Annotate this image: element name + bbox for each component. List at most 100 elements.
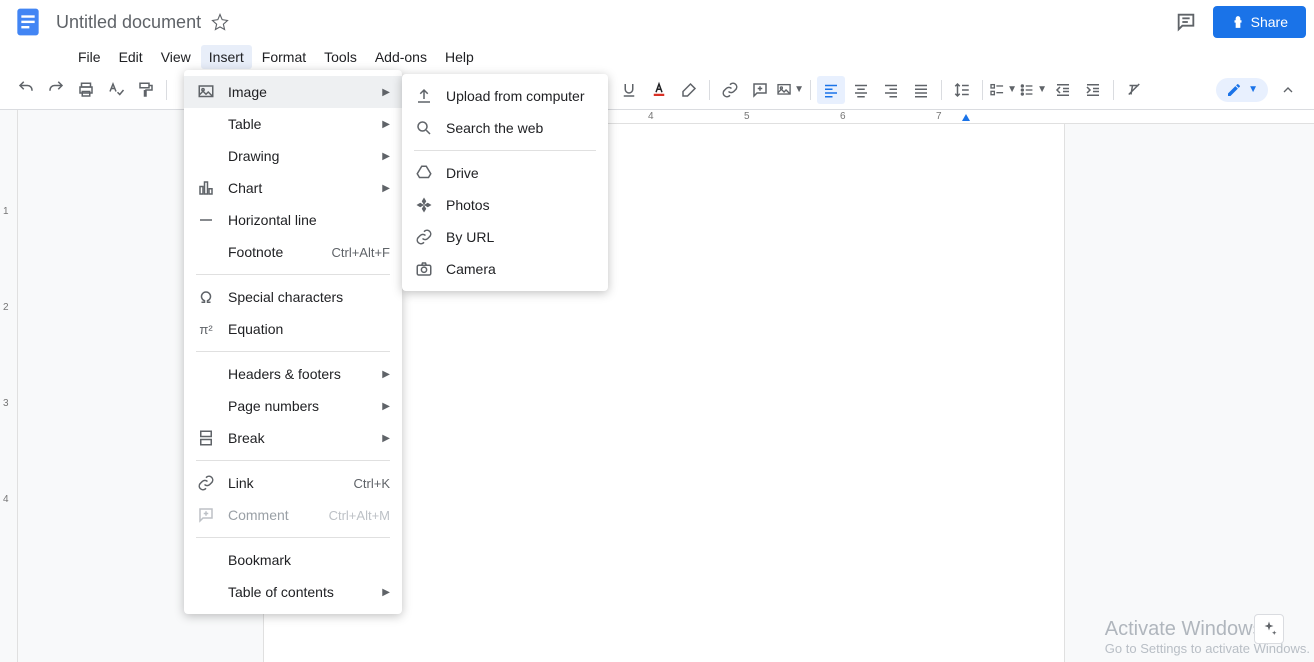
chevron-right-icon: ▶ [382,587,390,598]
menu-item-drawing[interactable]: Drawing ▶ [184,140,402,172]
menu-item-special-chars[interactable]: Special characters [184,281,402,313]
mi-label: Drawing [228,148,382,164]
comment-icon [196,505,216,525]
mi-label: Photos [446,197,596,213]
link-icon[interactable] [716,76,744,104]
hruler-mark: 5 [744,111,750,122]
image-submenu: Upload from computer Search the web Driv… [402,74,608,291]
align-justify-icon[interactable] [907,76,935,104]
chevron-right-icon: ▶ [382,183,390,194]
mi-label: By URL [446,229,596,245]
omega-icon [196,287,216,307]
image-icon [196,82,216,102]
align-center-icon[interactable] [847,76,875,104]
bulleted-list-icon[interactable]: ▼ [1019,76,1047,104]
pi-icon: π² [196,319,216,339]
mi-label: Bookmark [228,552,390,568]
vruler-mark: 4 [3,494,9,505]
mi-label: Headers & footers [228,366,382,382]
submenu-by-url[interactable]: By URL [402,221,608,253]
upload-icon [414,86,434,106]
mi-label: Special characters [228,289,390,305]
vruler-mark: 2 [3,302,9,313]
ruler-right-margin-icon[interactable] [962,114,970,121]
menu-item-footnote[interactable]: Footnote Ctrl+Alt+F [184,236,402,268]
line-spacing-icon[interactable] [948,76,976,104]
checklist-icon[interactable]: ▼ [989,76,1017,104]
underline-icon[interactable] [615,76,643,104]
menu-item-comment[interactable]: Comment Ctrl+Alt+M [184,499,402,531]
chart-icon [196,178,216,198]
submenu-search-web[interactable]: Search the web [402,112,608,144]
collapse-icon[interactable] [1274,76,1302,104]
menu-format[interactable]: Format [254,45,314,69]
hruler-mark: 6 [840,111,846,122]
mi-shortcut: Ctrl+Alt+F [331,245,390,260]
highlight-icon[interactable] [675,76,703,104]
mi-label: Upload from computer [446,88,596,104]
editing-mode-button[interactable]: ▼ [1216,78,1268,102]
align-right-icon[interactable] [877,76,905,104]
mi-label: Link [228,475,354,491]
mi-label: Horizontal line [228,212,390,228]
menu-insert[interactable]: Insert [201,45,252,69]
comments-icon[interactable] [1175,11,1197,33]
clear-format-icon[interactable] [1120,76,1148,104]
submenu-upload[interactable]: Upload from computer [402,80,608,112]
mi-label: Page numbers [228,398,382,414]
menu-addons[interactable]: Add-ons [367,45,435,69]
insert-dropdown: Image ▶ Table ▶ Drawing ▶ Chart ▶ Horizo… [184,70,402,614]
mi-shortcut: Ctrl+K [354,476,390,491]
print-icon[interactable] [72,76,100,104]
menu-item-link[interactable]: Link Ctrl+K [184,467,402,499]
link-icon [414,227,434,247]
align-left-icon[interactable] [817,76,845,104]
menu-item-break[interactable]: Break ▶ [184,422,402,454]
menu-item-toc[interactable]: Table of contents ▶ [184,576,402,608]
menu-item-bookmark[interactable]: Bookmark [184,544,402,576]
hruler-mark: 4 [648,111,654,122]
undo-icon[interactable] [12,76,40,104]
docs-logo[interactable] [8,2,48,42]
chevron-right-icon: ▶ [382,433,390,444]
menu-item-horizontal-line[interactable]: Horizontal line [184,204,402,236]
insert-image-icon[interactable]: ▼ [776,76,804,104]
camera-icon [414,259,434,279]
chevron-right-icon: ▶ [382,119,390,130]
menu-tools[interactable]: Tools [316,45,365,69]
paint-format-icon[interactable] [132,76,160,104]
menu-item-image[interactable]: Image ▶ [184,76,402,108]
menu-item-equation[interactable]: π² Equation [184,313,402,345]
menu-item-headers-footers[interactable]: Headers & footers ▶ [184,358,402,390]
menu-view[interactable]: View [153,45,199,69]
chevron-right-icon: ▶ [382,401,390,412]
share-button[interactable]: Share [1213,6,1306,38]
redo-icon[interactable] [42,76,70,104]
menu-file[interactable]: File [70,45,109,69]
mi-label: Table [228,116,382,132]
submenu-drive[interactable]: Drive [402,157,608,189]
link-icon [196,473,216,493]
chevron-right-icon: ▶ [382,369,390,380]
document-title[interactable]: Untitled document [56,12,201,33]
menu-help[interactable]: Help [437,45,482,69]
decrease-indent-icon[interactable] [1049,76,1077,104]
menu-bar: File Edit View Insert Format Tools Add-o… [0,44,1314,70]
submenu-photos[interactable]: Photos [402,189,608,221]
submenu-camera[interactable]: Camera [402,253,608,285]
mi-label: Search the web [446,120,596,136]
mi-label: Break [228,430,382,446]
mi-label: Comment [228,507,329,523]
explore-button[interactable] [1254,614,1284,644]
add-comment-icon[interactable] [746,76,774,104]
text-color-icon[interactable] [645,76,673,104]
spellcheck-icon[interactable] [102,76,130,104]
menu-item-table[interactable]: Table ▶ [184,108,402,140]
menu-edit[interactable]: Edit [111,45,151,69]
menu-item-chart[interactable]: Chart ▶ [184,172,402,204]
mi-label: Drive [446,165,596,181]
mi-label: Equation [228,321,390,337]
star-icon[interactable] [211,13,229,31]
menu-item-page-numbers[interactable]: Page numbers ▶ [184,390,402,422]
increase-indent-icon[interactable] [1079,76,1107,104]
